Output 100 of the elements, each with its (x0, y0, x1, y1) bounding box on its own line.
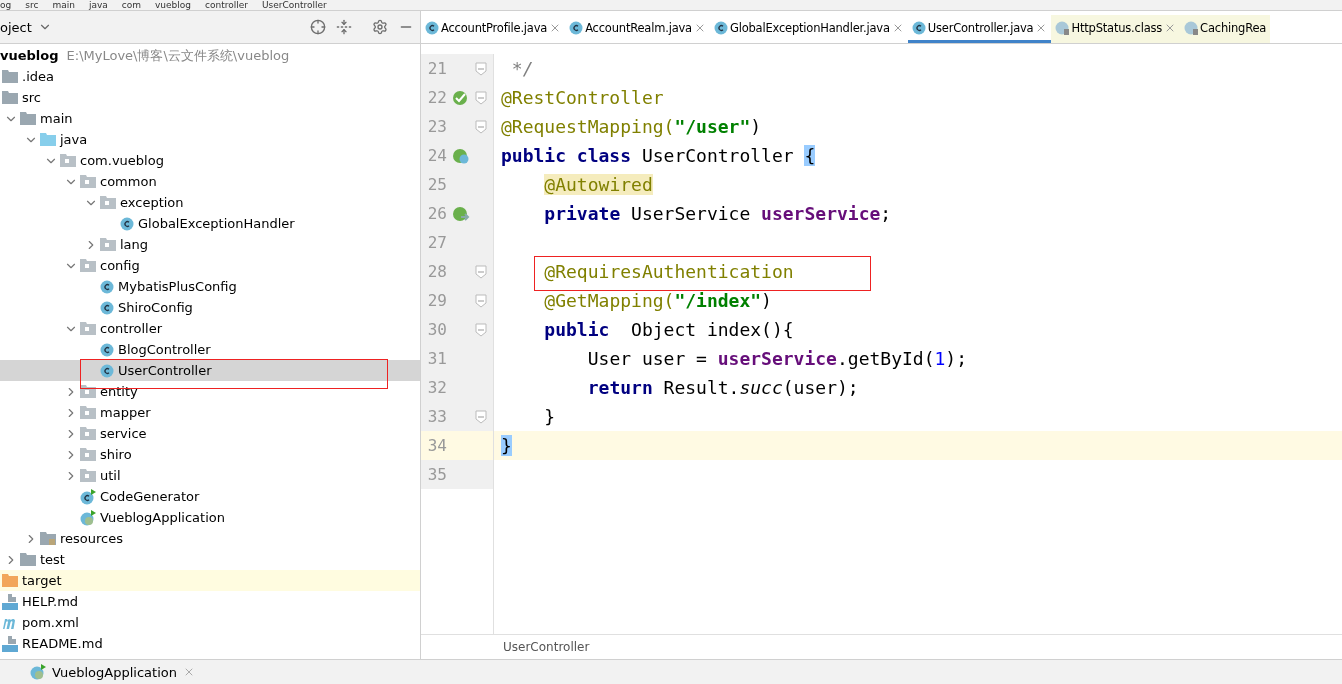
class-icon (569, 20, 584, 35)
run-tab[interactable]: VueblogApplication (28, 664, 197, 680)
tree-item[interactable]: ShiroConfig (0, 297, 420, 318)
code-text: User user = userService.getById(1); (586, 348, 968, 369)
tree-item[interactable]: GlobalExceptionHandler (0, 213, 420, 234)
tree-item-label: com.vueblog (80, 153, 164, 168)
package-icon (80, 469, 96, 482)
package-icon (100, 196, 116, 209)
tree-item[interactable]: CodeGenerator (0, 486, 420, 507)
breadcrumb-item[interactable]: og (0, 0, 12, 10)
tree-item[interactable]: resources (0, 528, 420, 549)
code-text: @RequestMapping("/user") (501, 116, 762, 137)
line-number: 28 (426, 262, 447, 281)
editor-breadcrumb[interactable]: UserController (503, 640, 590, 654)
breadcrumb-item[interactable]: controller (204, 0, 248, 10)
fold-marker-icon[interactable] (475, 264, 487, 279)
fold-marker-icon[interactable] (475, 322, 487, 337)
editor-tab[interactable]: CachingRea (1180, 15, 1271, 43)
bean-icon[interactable] (452, 147, 470, 164)
tree-item[interactable]: HELP.md (0, 591, 420, 612)
tree-item[interactable]: mapper (0, 402, 420, 423)
tree-item[interactable]: util (0, 465, 420, 486)
tree-item-label: src (22, 90, 41, 105)
tree-item[interactable]: main (0, 108, 420, 129)
tree-item-label: ShiroConfig (118, 300, 193, 315)
bean-icon[interactable] (452, 205, 470, 222)
locate-icon[interactable] (310, 19, 326, 35)
tree-item-label: pom.xml (22, 615, 79, 630)
fold-marker-icon[interactable] (475, 61, 487, 76)
editor-tab[interactable]: GlobalExceptionHandler.java (709, 15, 908, 43)
line-number: 21 (426, 59, 447, 78)
folder-icon (2, 574, 18, 587)
tree-item-label: java (60, 132, 88, 147)
bean-check-icon[interactable] (452, 89, 470, 106)
folder-icon (2, 91, 18, 104)
enum-file-icon (1055, 20, 1070, 35)
code-text: @Autowired (543, 174, 653, 195)
tree-item[interactable]: target (0, 570, 420, 591)
tree-item[interactable]: test (0, 549, 420, 570)
settings-icon[interactable] (372, 19, 388, 35)
package-icon (60, 154, 76, 167)
breadcrumb-item[interactable]: UserController (261, 0, 327, 10)
fold-marker-icon[interactable] (475, 119, 487, 134)
folder-icon (2, 70, 18, 83)
tree-item[interactable]: com.vueblog (0, 150, 420, 171)
collapse-icon[interactable] (336, 19, 352, 35)
tree-item-label: shiro (100, 447, 132, 462)
tree-item[interactable]: config (0, 255, 420, 276)
breadcrumb-item[interactable]: vueblog (154, 0, 191, 10)
breadcrumb-item[interactable]: com (121, 0, 141, 10)
class-icon (100, 279, 114, 294)
tree-item[interactable]: .idea (0, 66, 420, 87)
code-text: public class UserController { (501, 145, 816, 166)
line-number: 24 (426, 146, 447, 165)
folder-icon (20, 553, 36, 566)
package-icon (80, 385, 96, 398)
breadcrumb-item[interactable]: main (52, 0, 75, 10)
tree-item[interactable]: lang (0, 234, 420, 255)
tree-item[interactable]: common (0, 171, 420, 192)
tree-item-label: README.md (22, 636, 103, 651)
package-icon (80, 406, 96, 419)
class-file-icon (1184, 20, 1199, 35)
line-number: 32 (426, 378, 447, 397)
tree-item-label: GlobalExceptionHandler (138, 216, 295, 231)
breadcrumb-item[interactable]: src (25, 0, 39, 10)
tree-item[interactable]: BlogController (0, 339, 420, 360)
tree-item[interactable]: src (0, 87, 420, 108)
tree-item-label: main (40, 111, 73, 126)
tree-item[interactable]: java (0, 129, 420, 150)
editor-tab[interactable]: HttpStatus.class (1051, 15, 1181, 43)
tree-item[interactable]: UserController (0, 360, 420, 381)
tree-item[interactable]: MybatisPlusConfig (0, 276, 420, 297)
package-icon (100, 238, 116, 251)
panel-title[interactable]: oject (0, 19, 32, 35)
breadcrumb-item[interactable]: java (88, 0, 108, 10)
tree-item[interactable]: VueblogApplication (0, 507, 420, 528)
editor-tab[interactable]: AccountRealm.java (565, 15, 710, 43)
tree-item-label: .idea (22, 69, 54, 84)
tree-item[interactable]: shiro (0, 444, 420, 465)
class-icon (100, 300, 114, 315)
code-text: public Object index(){ (543, 319, 794, 340)
tree-item[interactable]: pom.xml (0, 612, 420, 633)
package-icon (80, 259, 96, 272)
tree-item-label: lang (120, 237, 149, 252)
package-icon (80, 448, 96, 461)
code-text: @RestController (501, 87, 664, 108)
tree-item[interactable]: README.md (0, 633, 420, 654)
line-number: 35 (426, 465, 447, 484)
tree-item[interactable]: controller (0, 318, 420, 339)
fold-marker-icon[interactable] (475, 409, 487, 424)
editor-tab[interactable]: AccountProfile.java (421, 15, 566, 43)
fold-marker-icon[interactable] (475, 293, 487, 308)
tree-item[interactable]: vueblog E:\MyLove\博客\云文件系统\vueblog (0, 45, 420, 66)
markdown-file-icon (2, 593, 18, 610)
spring-app-icon (80, 509, 96, 526)
tree-item[interactable]: service (0, 423, 420, 444)
tree-item[interactable]: exception (0, 192, 420, 213)
class-icon (100, 342, 114, 357)
fold-marker-icon[interactable] (475, 90, 487, 105)
tree-item-label: UserController (118, 363, 212, 378)
